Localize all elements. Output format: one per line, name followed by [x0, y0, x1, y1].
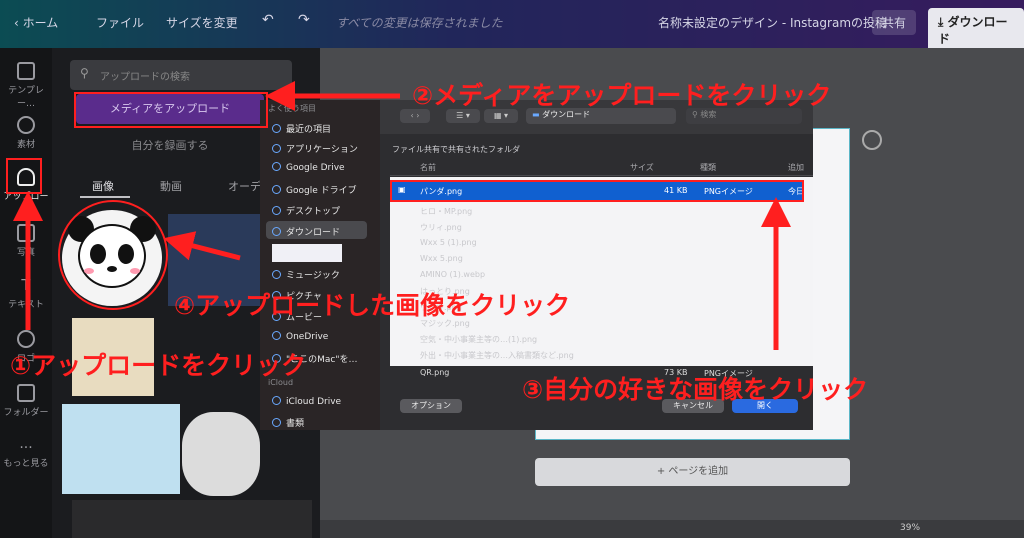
annotation-step-3: ③自分の好きな画像をクリック [522, 375, 869, 404]
annotation-step-2: ②メディアをアップロードをクリック [412, 81, 832, 110]
annotation-step-4: ④アップロードした画像をクリック [174, 291, 571, 320]
annotation-step-1: ①アップロードをクリック [10, 351, 307, 380]
arrow-to-thumbnail [163, 231, 241, 261]
